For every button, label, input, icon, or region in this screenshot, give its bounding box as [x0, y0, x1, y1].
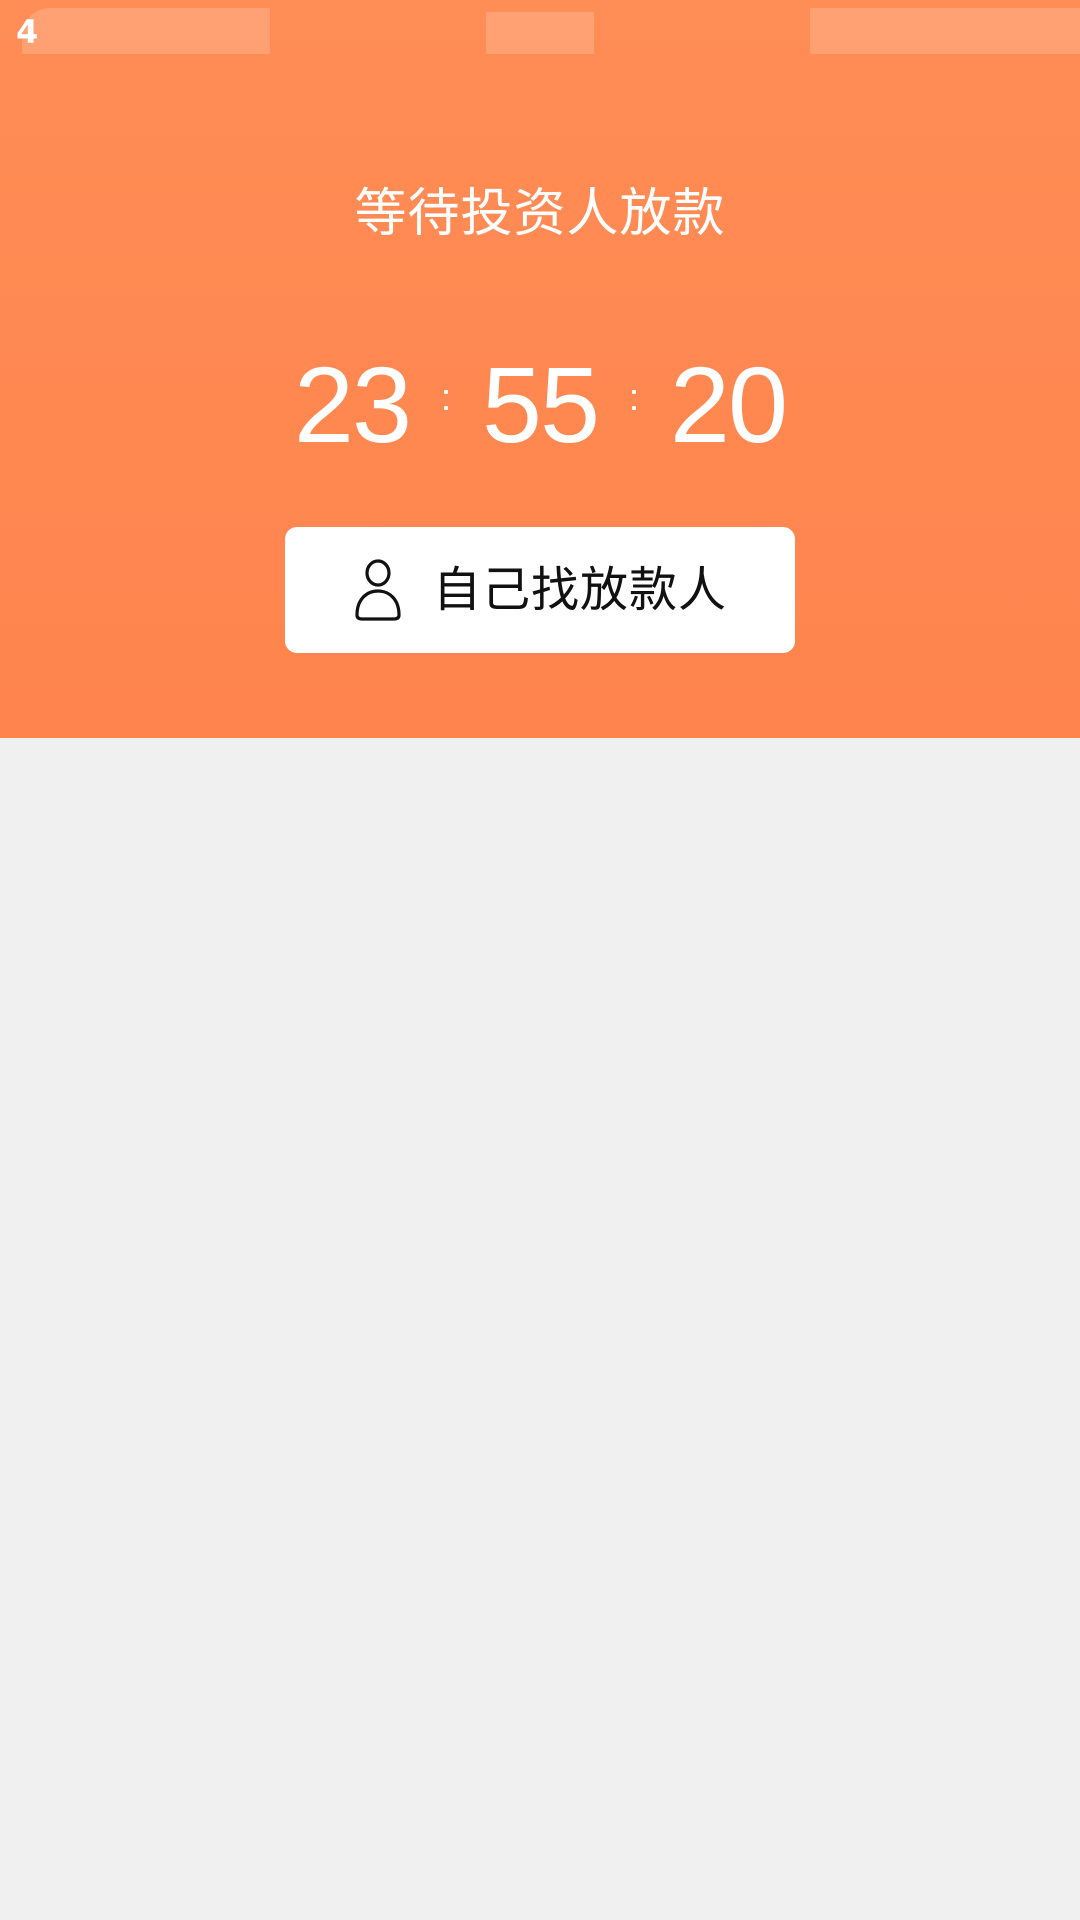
- header-panel: 4 等待投资人放款 23 : 55 : 20 自己找放款人: [0, 0, 1080, 738]
- countdown-separator: :: [628, 377, 640, 419]
- countdown-seconds: 20: [669, 344, 788, 465]
- person-icon: [355, 559, 401, 621]
- countdown-minutes: 55: [481, 344, 600, 465]
- redacted-status-right: [810, 8, 1080, 54]
- countdown-separator: :: [440, 377, 452, 419]
- countdown-timer: 23 : 55 : 20: [0, 340, 1080, 470]
- redacted-status-left: [22, 8, 270, 54]
- redacted-status-center: [486, 12, 594, 54]
- find-lender-button[interactable]: 自己找放款人: [285, 527, 795, 653]
- find-lender-label: 自己找放款人: [432, 562, 727, 618]
- app-screen: 4 等待投资人放款 23 : 55 : 20 自己找放款人: [0, 0, 1080, 1920]
- countdown-hours: 23: [293, 344, 412, 465]
- status-bar: 4: [0, 0, 1080, 60]
- page-title: 等待投资人放款: [354, 184, 726, 244]
- content-area: [0, 738, 1080, 1920]
